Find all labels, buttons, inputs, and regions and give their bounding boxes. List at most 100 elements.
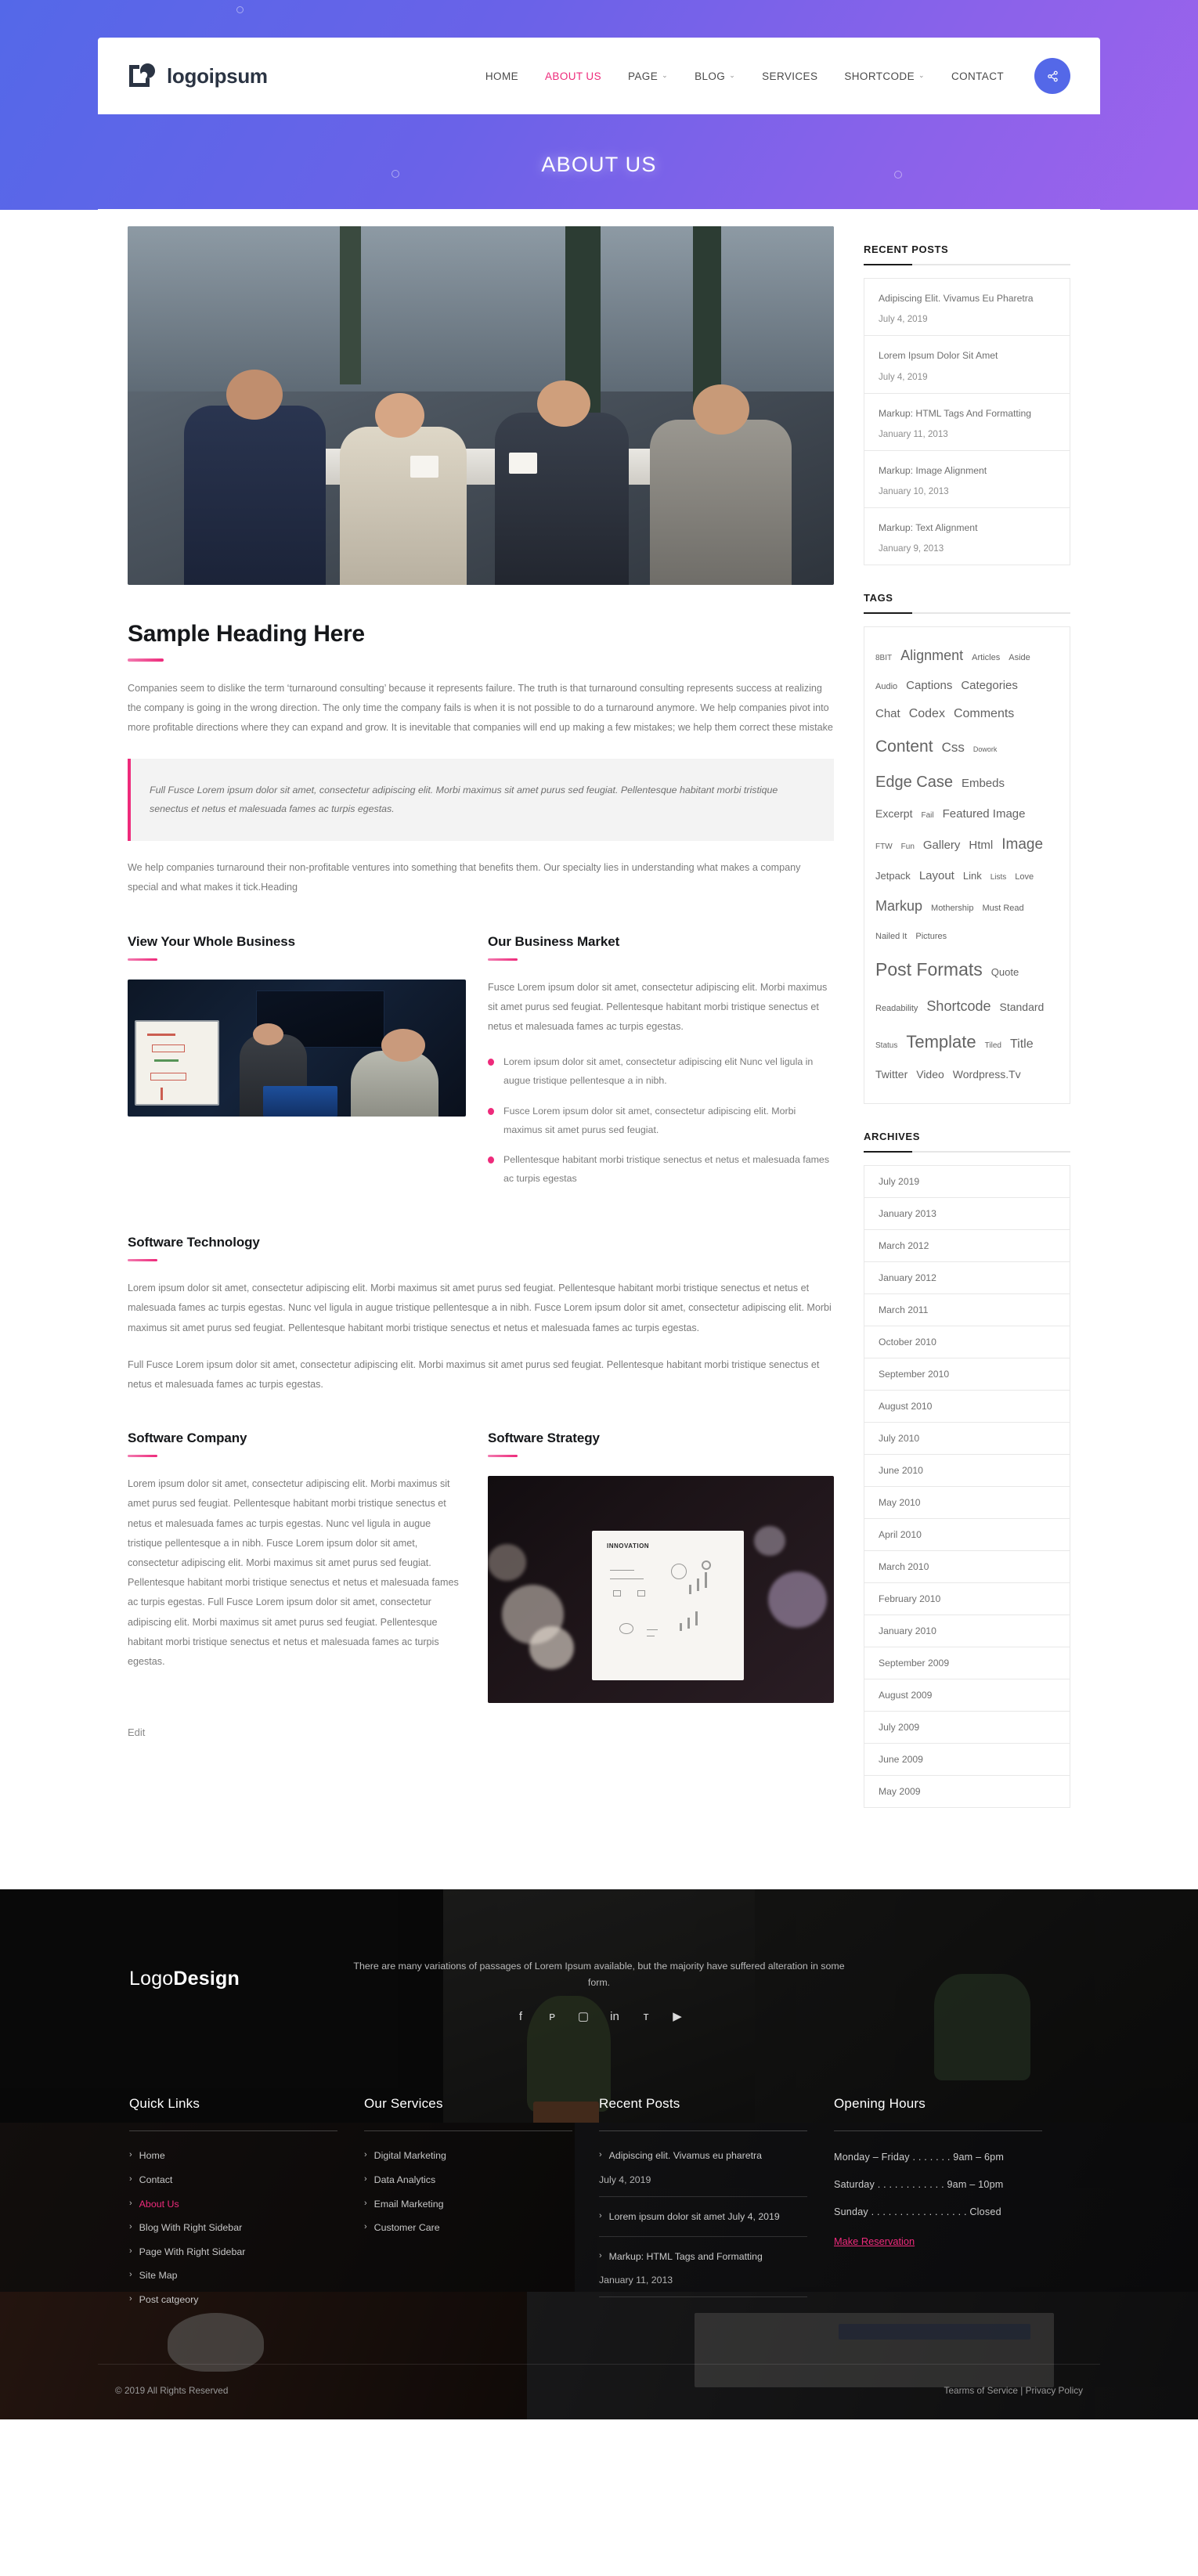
tag-link[interactable]: Audio — [875, 677, 897, 697]
tag-link[interactable]: Tiled — [985, 1037, 1001, 1055]
nav-item-shortcode[interactable]: SHORTCODE ⌄ — [831, 70, 938, 82]
instagram-icon[interactable]: ▢ — [576, 2008, 591, 2024]
tag-link[interactable]: Pictures — [915, 927, 947, 947]
nav-item-blog[interactable]: BLOG ⌄ — [681, 70, 749, 82]
tag-link[interactable]: Lists — [991, 869, 1007, 887]
nav-item-page[interactable]: PAGE ⌄ — [615, 70, 681, 82]
recent-post-item[interactable]: Lorem Ipsum Dolor Sit Amet July 4, 2019 — [864, 336, 1070, 394]
terms-of-service-link[interactable]: Tearms of Service — [944, 2385, 1018, 2396]
tag-link[interactable]: Video — [916, 1063, 944, 1088]
tag-link[interactable]: Post Formats — [875, 950, 983, 990]
footer-link-item[interactable]: › Blog With Right Sidebar — [129, 2221, 337, 2235]
archive-item[interactable]: August 2010 — [864, 1391, 1070, 1423]
tag-link[interactable]: Status — [875, 1037, 897, 1055]
footer-recent-post[interactable]: › Markup: HTML Tags and Formatting January… — [599, 2249, 807, 2298]
tag-link[interactable]: Link — [963, 864, 982, 887]
archive-item[interactable]: January 2013 — [864, 1198, 1070, 1231]
footer-service-item[interactable]: › Email Marketing — [364, 2197, 572, 2212]
tag-link[interactable]: Jetpack — [875, 864, 911, 887]
tag-link[interactable]: Excerpt — [875, 802, 912, 827]
tag-link[interactable]: Twitter — [875, 1063, 908, 1088]
footer-recent-post[interactable]: › Lorem ipsum dolor sit amet July 4, 2019 — [599, 2210, 807, 2237]
archive-item[interactable]: June 2009 — [864, 1744, 1070, 1777]
brand[interactable]: logoipsum — [128, 62, 268, 90]
nav-item-about-us[interactable]: ABOUT US — [532, 70, 615, 82]
archive-item[interactable]: April 2010 — [864, 1519, 1070, 1552]
tag-link[interactable]: Html — [969, 832, 993, 859]
footer-link-item[interactable]: › Site Map — [129, 2268, 337, 2283]
archive-item[interactable]: March 2011 — [864, 1294, 1070, 1327]
nav-item-services[interactable]: SERVICES — [749, 70, 831, 82]
tag-link[interactable]: Comments — [954, 700, 1014, 728]
tag-link[interactable]: Layout — [919, 863, 954, 889]
footer-service-item[interactable]: › Data Analytics — [364, 2173, 572, 2188]
archive-item[interactable]: May 2010 — [864, 1487, 1070, 1520]
archive-item[interactable]: June 2010 — [864, 1455, 1070, 1488]
footer-link-item[interactable]: › About Us — [129, 2197, 337, 2212]
archive-item[interactable]: July 2010 — [864, 1423, 1070, 1456]
recent-post-item[interactable]: Markup: HTML Tags And Formatting January … — [864, 394, 1070, 451]
tag-link[interactable]: Categories — [961, 673, 1018, 699]
tag-link[interactable]: Wordpress.Tv — [953, 1063, 1021, 1088]
archive-item[interactable]: March 2010 — [864, 1551, 1070, 1584]
tag-link[interactable]: Fail — [921, 807, 933, 825]
footer-service-label[interactable]: Email Marketing — [374, 2197, 444, 2212]
tag-link[interactable]: Image — [1001, 828, 1043, 862]
tag-link[interactable]: 8BIT — [875, 650, 892, 668]
recent-post-item[interactable]: Markup: Text Alignment January 9, 2013 — [864, 508, 1070, 565]
tag-link[interactable]: Featured Image — [943, 801, 1026, 828]
tag-link[interactable]: Content — [875, 728, 933, 765]
archive-item[interactable]: January 2012 — [864, 1262, 1070, 1295]
footer-link-label[interactable]: Contact — [139, 2173, 173, 2188]
tag-link[interactable]: Aside — [1009, 648, 1030, 668]
footer-link-item[interactable]: › Contact — [129, 2173, 337, 2188]
archive-item[interactable]: October 2010 — [864, 1326, 1070, 1359]
twitter-icon[interactable]: ᴛ — [638, 2008, 654, 2024]
footer-link-label[interactable]: Page With Right Sidebar — [139, 2245, 246, 2260]
footer-link-item[interactable]: › Home — [129, 2148, 337, 2163]
archive-item[interactable]: May 2009 — [864, 1776, 1070, 1807]
tag-link[interactable]: Mothership — [931, 899, 973, 918]
archive-item[interactable]: January 2010 — [864, 1615, 1070, 1648]
archive-item[interactable]: March 2012 — [864, 1230, 1070, 1263]
archive-item[interactable]: July 2019 — [864, 1166, 1070, 1199]
tag-link[interactable]: Shortcode — [926, 990, 991, 1023]
footer-link-item[interactable]: › Page With Right Sidebar — [129, 2245, 337, 2260]
tag-link[interactable]: Dowork — [973, 741, 998, 757]
footer-post-title[interactable]: Markup: HTML Tags and Formatting — [609, 2249, 763, 2265]
footer-logo[interactable]: LogoDesign — [112, 1943, 347, 1990]
nav-item-contact[interactable]: CONTACT — [938, 70, 1017, 82]
footer-service-label[interactable]: Digital Marketing — [374, 2148, 446, 2163]
footer-service-label[interactable]: Data Analytics — [374, 2173, 436, 2188]
footer-link-label[interactable]: Blog With Right Sidebar — [139, 2221, 243, 2235]
tag-link[interactable]: Embeds — [962, 770, 1005, 797]
tag-link[interactable]: FTW — [875, 839, 893, 857]
make-reservation-link[interactable]: Make Reservation — [834, 2235, 915, 2247]
edit-link[interactable]: Edit — [128, 1726, 145, 1738]
footer-service-item[interactable]: › Customer Care — [364, 2221, 572, 2235]
tag-link[interactable]: Standard — [999, 995, 1044, 1020]
archive-item[interactable]: February 2010 — [864, 1583, 1070, 1616]
archive-item[interactable]: July 2009 — [864, 1712, 1070, 1744]
archive-item[interactable]: September 2009 — [864, 1647, 1070, 1680]
share-button[interactable] — [1034, 58, 1070, 94]
tag-link[interactable]: Nailed It — [875, 927, 907, 947]
nav-item-home[interactable]: HOME — [472, 70, 532, 82]
archive-item[interactable]: August 2009 — [864, 1679, 1070, 1712]
footer-recent-post[interactable]: › Adipiscing elit. Vivamus eu pharetra Jul… — [599, 2148, 807, 2198]
tag-link[interactable]: Readability — [875, 999, 918, 1019]
tag-link[interactable]: Chat — [875, 701, 900, 727]
tag-link[interactable]: Must Read — [982, 899, 1023, 918]
youtube-icon[interactable]: ▶ — [669, 2008, 685, 2024]
tag-link[interactable]: Codex — [909, 700, 945, 728]
recent-post-item[interactable]: Markup: Image Alignment January 10, 2013 — [864, 451, 1070, 509]
pinterest-icon[interactable]: ᴘ — [544, 2008, 560, 2024]
tag-link[interactable]: Gallery — [923, 832, 961, 859]
tag-link[interactable]: Markup — [875, 890, 922, 922]
tag-link[interactable]: Quote — [991, 961, 1019, 983]
tag-link[interactable]: Alignment — [900, 640, 963, 672]
linkedin-icon[interactable]: in — [607, 2008, 622, 2024]
footer-link-label[interactable]: Site Map — [139, 2268, 178, 2283]
tag-link[interactable]: Title — [1010, 1030, 1034, 1059]
tag-link[interactable]: Fun — [901, 839, 915, 857]
